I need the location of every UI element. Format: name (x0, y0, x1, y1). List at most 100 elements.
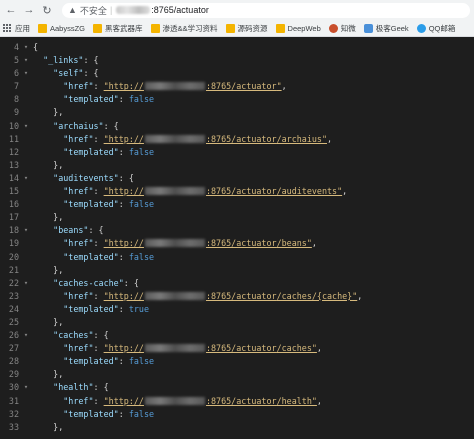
code-line: 28 "templated": false (0, 355, 474, 368)
redacted-host (144, 344, 205, 353)
qq-icon (416, 23, 426, 33)
bookmark-item[interactable]: 源码资源 (225, 23, 268, 34)
back-arrow-icon[interactable]: ← (4, 3, 18, 17)
fold-chevron-icon[interactable]: ▾ (19, 277, 33, 290)
bookmark-item[interactable]: AabyssZG (38, 23, 86, 33)
code-line: 18 ▾ "beans": { (0, 224, 474, 237)
bookmark-label: 源码资源 (237, 23, 268, 33)
line-number: 31 (8, 395, 19, 406)
code-text: }, (33, 211, 63, 224)
punct: }, (53, 159, 64, 170)
insecure-label[interactable]: 不安全 (80, 4, 107, 17)
code-text: "caches-cache": { (33, 277, 139, 290)
href-link[interactable]: "http://:8765/actuator/health" (104, 396, 317, 406)
code-line: 33 }, (0, 421, 474, 434)
code-text: { (33, 41, 38, 54)
punct: : { (93, 382, 109, 393)
punct: }, (53, 107, 64, 118)
fold-chevron-icon[interactable]: ▾ (19, 120, 33, 133)
code-text: "href": "http://:8765/actuator/auditeven… (33, 185, 347, 198)
code-line: 15 "href": "http://:8765/actuator/audite… (0, 185, 474, 198)
bookmark-item[interactable]: 黑客武器库 (93, 23, 143, 34)
code-line: 24 "templated": true (0, 303, 474, 316)
link-prefix: "http:// (103, 238, 144, 249)
punct: : { (83, 55, 99, 66)
code-line: 17 }, (0, 211, 474, 224)
bookmark-item[interactable]: QQ邮箱 (416, 23, 456, 34)
json-key: "archaius" (53, 120, 104, 131)
fold-chevron-icon[interactable]: ▾ (19, 224, 33, 237)
href-link[interactable]: "http://:8765/actuator/beans" (104, 238, 312, 248)
bookmark-item[interactable]: DeepWeb (275, 23, 321, 33)
folder-icon (225, 23, 235, 33)
code-line: 26 ▾ "caches": { (0, 329, 474, 342)
bookmark-label: 渗透&&学习资料 (162, 23, 218, 33)
bookmark-item[interactable]: 渗透&&学习资料 (150, 23, 218, 34)
line-number: 17 (8, 212, 19, 223)
forward-arrow-icon[interactable]: → (22, 3, 36, 17)
link-prefix: "http:// (103, 186, 144, 197)
href-link[interactable]: "http://:8765/actuator/archaius" (104, 134, 327, 144)
punct: , (342, 186, 348, 197)
punct: : { (93, 330, 109, 341)
punct: : (93, 186, 104, 197)
redacted-host (144, 239, 205, 248)
fold-chevron-icon[interactable]: ▾ (19, 67, 33, 80)
fold-chevron-icon[interactable]: ▾ (19, 54, 33, 67)
bookmark-label: DeepWeb (287, 23, 321, 33)
code-text: }, (33, 316, 63, 329)
punct: : { (123, 277, 139, 288)
fold-chevron-icon[interactable]: ▾ (19, 41, 33, 54)
link-prefix: "http:// (103, 290, 144, 301)
code-line: 9 }, (0, 106, 474, 119)
address-bar[interactable]: ▲ 不安全 | :8765/actuator (62, 2, 470, 18)
code-text: "templated": false (33, 408, 154, 421)
bookmark-item[interactable]: 应用 (3, 23, 30, 34)
line-number: 10 (8, 120, 19, 131)
punct: : (93, 133, 104, 144)
reload-icon[interactable]: ↻ (40, 3, 54, 17)
fold-chevron-icon[interactable]: ▾ (19, 381, 33, 394)
code-text: "templated": false (33, 251, 154, 264)
line-number: 29 (8, 369, 19, 380)
json-key: "href" (63, 343, 94, 354)
json-key: "templated" (63, 303, 119, 314)
json-key: "templated" (63, 199, 119, 210)
json-key: "href" (63, 395, 94, 406)
bookmark-item[interactable]: 知微 (328, 23, 356, 34)
bookmark-label: AabyssZG (50, 23, 86, 33)
href-link[interactable]: "http://:8765/actuator" (104, 81, 282, 91)
href-link[interactable]: "http://:8765/actuator/caches/{cache}" (104, 291, 358, 301)
code-text: "href": "http://:8765/actuator", (33, 80, 286, 93)
bookmark-item[interactable]: 极客Geek (363, 23, 409, 34)
redacted-host (144, 291, 205, 300)
href-link[interactable]: "http://:8765/actuator/caches" (104, 343, 317, 353)
punct: : (93, 343, 104, 354)
json-key: "caches" (53, 330, 94, 341)
warning-triangle-icon[interactable]: ▲ (68, 5, 77, 15)
punct: : (93, 395, 104, 406)
code-text: "self": { (33, 67, 98, 80)
redacted-host (144, 134, 205, 143)
code-text: }, (33, 421, 63, 434)
punct: : { (103, 120, 119, 131)
bookmark-label: QQ邮箱 (428, 23, 456, 33)
line-number: 33 (8, 421, 19, 432)
line-number: 28 (8, 356, 19, 367)
link-base: :8765/actuator (205, 395, 277, 406)
code-line: 30 ▾ "health": { (0, 381, 474, 394)
punct: , (326, 133, 333, 144)
link-path: /archaius" (276, 133, 327, 144)
json-key: "href" (63, 133, 94, 144)
punct: : (118, 408, 129, 419)
fold-chevron-icon[interactable]: ▾ (19, 172, 33, 185)
href-link[interactable]: "http://:8765/actuator/auditevents" (104, 186, 343, 196)
fold-chevron-icon[interactable]: ▾ (19, 329, 33, 342)
boolean-value: true (128, 303, 149, 314)
